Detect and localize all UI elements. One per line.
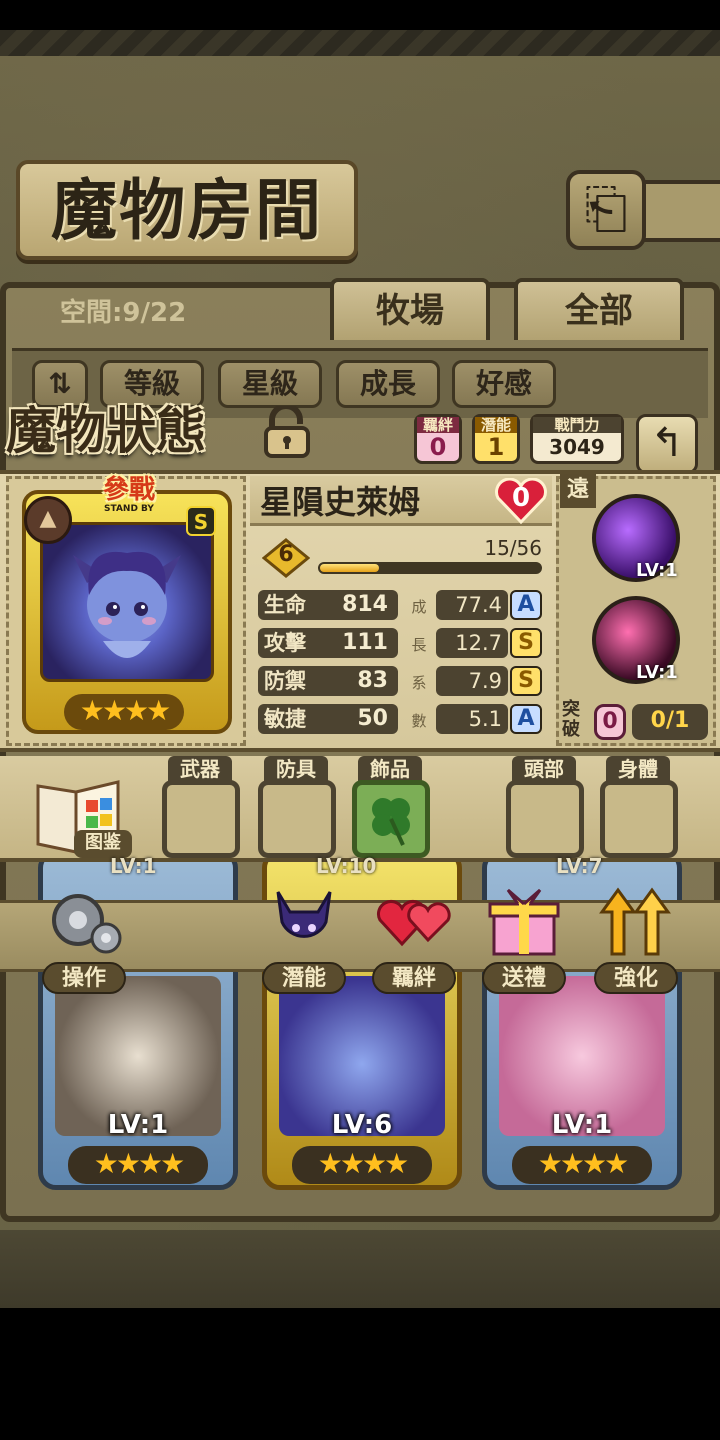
roster-stars-3: ★★★★	[512, 1146, 652, 1184]
slot-accessory-label: 飾品	[358, 756, 422, 782]
power-stat: 戰鬥力 3049	[530, 414, 624, 464]
stat-agi-label: 敏捷	[264, 707, 306, 731]
exp-text: 15/56	[484, 536, 542, 560]
action-potential-label[interactable]: 潛能	[262, 962, 346, 994]
top-border	[0, 30, 720, 56]
exp-bar-fill	[320, 564, 379, 572]
close-status-button[interactable]: ↰	[636, 414, 698, 474]
roster-stars-1: ★★★★	[68, 1146, 208, 1184]
game-screen: 魔物房間 ⎗ 空間:9/22 牧場 全部 ⇅ 等級 星級 成長 好感 LV:1 …	[0, 30, 720, 1308]
sort-affection-button[interactable]: 好感	[452, 360, 556, 408]
growth-atk: 12.7	[436, 628, 508, 658]
slot-body-label: 身體	[606, 756, 670, 782]
growth-agi: 5.1	[436, 704, 508, 734]
slot-accessory[interactable]	[352, 780, 430, 858]
power-label: 戰鬥力	[533, 417, 621, 433]
roster-top-level-2: LV:10	[316, 854, 377, 878]
stat-hp-value: 814	[342, 592, 388, 617]
tab-ranch[interactable]: 牧場	[330, 278, 490, 340]
growth-label-4: 數	[411, 712, 427, 730]
growth-def: 7.9	[436, 666, 508, 696]
slot-head-label: 頭部	[512, 756, 576, 782]
action-bond-label[interactable]: 羈絆	[372, 962, 456, 994]
upgrade-arrows-icon[interactable]	[594, 882, 678, 962]
slot-armor-label: 防具	[264, 756, 328, 782]
action-gift-label[interactable]: 送禮	[482, 962, 566, 994]
roster-top-level-3: LV:7	[556, 854, 603, 878]
page-title: 魔物房間	[16, 160, 358, 260]
growth-label-2: 長	[411, 636, 427, 654]
potential-stat: 潛能 1	[472, 414, 520, 464]
unlock-icon[interactable]	[258, 406, 316, 458]
potential-value: 1	[487, 433, 505, 461]
tab-all[interactable]: 全部	[514, 278, 684, 340]
element-icon: ▲	[24, 496, 72, 544]
bond-stat: 羈絆 0	[414, 414, 462, 464]
monster-name: 星隕史萊姆	[260, 483, 421, 521]
card-stars: ★★★★	[64, 694, 184, 730]
stat-hp-row: 生命 814	[258, 590, 398, 620]
stat-def-row: 防禦 83	[258, 666, 398, 696]
stat-atk-value: 111	[342, 630, 388, 655]
slot-weapon-label: 武器	[168, 756, 232, 782]
range-tag: 遠	[560, 474, 596, 508]
potential-label: 潛能	[475, 417, 517, 433]
bond-value: 0	[429, 433, 447, 461]
space-count: 空間:9/22	[60, 298, 187, 328]
action-enhance-label[interactable]: 強化	[594, 962, 678, 994]
roster-level-2: LV:6	[331, 1110, 393, 1140]
roster-level-3: LV:1	[551, 1110, 613, 1140]
standby-en-label: STAND BY	[104, 504, 154, 514]
growth-hp: 77.4	[436, 590, 508, 620]
growth-label-1: 成	[411, 598, 427, 616]
grade-hp: A	[510, 590, 542, 620]
stat-hp-label: 生命	[264, 593, 306, 617]
bond-label: 羈絆	[417, 417, 459, 433]
status-title: 魔物狀態	[6, 401, 206, 460]
monster-portrait	[40, 522, 214, 682]
skill-1-level: LV:1	[636, 560, 678, 581]
slot-body[interactable]	[600, 780, 678, 858]
roster-level-1: LV:1	[107, 1110, 169, 1140]
standby-label: 參戰	[102, 475, 155, 505]
growth-label-3: 系	[411, 674, 427, 692]
grade-def: S	[510, 666, 542, 696]
roster-top-level-1: LV:1	[110, 854, 157, 878]
stat-def-value: 83	[357, 668, 388, 693]
slot-head[interactable]	[506, 780, 584, 858]
power-value: 3049	[549, 435, 605, 459]
gear-icon[interactable]	[42, 882, 126, 962]
four-leaf-clover-icon	[372, 798, 410, 846]
breakout-label: 突破	[562, 699, 580, 740]
standby-badge: 參戰 STAND BY	[84, 476, 174, 518]
action-operate-label[interactable]: 操作	[42, 962, 126, 994]
roster-stars-2: ★★★★	[292, 1146, 432, 1184]
stat-atk-label: 攻擊	[264, 631, 306, 655]
slot-weapon[interactable]	[162, 780, 240, 858]
stat-def-label: 防禦	[264, 669, 306, 693]
grade-atk: S	[510, 628, 542, 658]
skill-2-level: LV:1	[636, 662, 678, 683]
potential-demon-icon[interactable]	[262, 882, 346, 962]
level-value: 6	[278, 542, 294, 567]
sort-growth-button[interactable]: 成長	[336, 360, 440, 408]
stat-atk-row: 攻擊 111	[258, 628, 398, 658]
stat-agi-value: 50	[357, 706, 388, 731]
stat-agi-row: 敏捷 50	[258, 704, 398, 734]
header-strip	[640, 180, 720, 242]
bond-hearts-icon[interactable]	[372, 882, 456, 962]
grade-agi: A	[510, 704, 542, 734]
slot-armor[interactable]	[258, 780, 336, 858]
back-button[interactable]: ⎗	[566, 170, 646, 250]
monster-portrait-art	[73, 551, 181, 658]
breakout-value: 0/1	[632, 704, 708, 740]
rank-badge: S	[186, 506, 216, 536]
bottom-border	[0, 1230, 720, 1308]
breakout-pill: 0	[594, 704, 626, 740]
gift-icon[interactable]	[482, 882, 566, 962]
affection-value: 0	[511, 483, 531, 513]
